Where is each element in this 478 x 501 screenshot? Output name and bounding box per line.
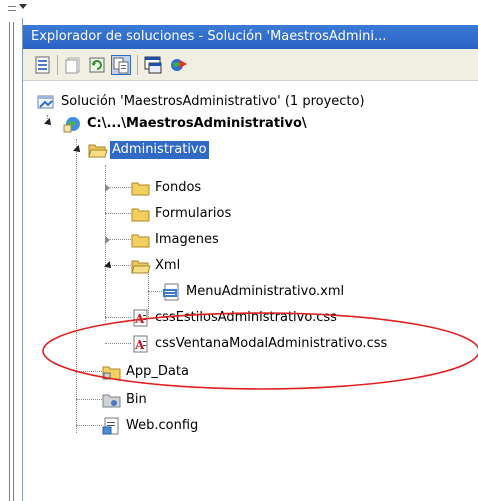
solution-explorer-toolbar — [23, 49, 478, 81]
properties-icon — [35, 56, 50, 74]
collapse-icon[interactable] — [44, 118, 54, 129]
stub-line — [8, 6, 16, 7]
solution-tree: Solución 'MaestrosAdministrativo' (1 pro… — [23, 81, 478, 501]
panel-titlebar[interactable]: Explorador de soluciones - Solución 'Mae… — [23, 25, 478, 49]
refresh-button[interactable] — [87, 55, 107, 75]
tree-connector — [76, 425, 102, 426]
solution-icon — [37, 93, 55, 111]
bin-folder-icon — [102, 391, 121, 409]
refresh-icon — [89, 57, 105, 73]
expand-icon[interactable] — [105, 236, 114, 245]
tree-connector — [76, 139, 77, 433]
css-estilos-label: cssEstilosAdministrativo.css — [155, 310, 337, 325]
tree-connector — [76, 399, 102, 400]
copy-website-icon — [171, 59, 187, 71]
open-folder-icon — [88, 141, 108, 159]
app-data-folder-icon — [102, 363, 121, 381]
nest-related-files-button[interactable] — [111, 55, 131, 75]
collapsed-pane-stub[interactable] — [0, 0, 30, 18]
view-designer-icon — [144, 56, 162, 74]
tree-connector — [148, 291, 162, 292]
solution-label: Solución 'MaestrosAdministrativo' (1 pro… — [61, 94, 365, 109]
dropdown-arrow-icon[interactable] — [19, 4, 27, 9]
tree-connector — [76, 371, 102, 372]
css-ventana-label: cssVentanaModalAdministrativo.css — [155, 336, 388, 351]
css-file-icon: A — [131, 309, 149, 327]
css-file-icon: A — [131, 335, 149, 353]
folder-icon — [131, 179, 150, 197]
copy-website-button[interactable] — [169, 55, 189, 75]
app-data-label: App_Data — [126, 364, 189, 379]
toolbar-separator — [137, 55, 138, 75]
properties-button[interactable] — [33, 55, 53, 75]
stub-line — [8, 10, 16, 11]
project-label: C:\...\MaestrosAdministrativo\ — [87, 116, 307, 131]
show-all-files-button[interactable] — [63, 55, 83, 75]
solution-explorer-panel: Explorador de soluciones - Solución 'Mae… — [22, 18, 478, 501]
xml-label: Xml — [155, 258, 181, 273]
collapse-icon[interactable] — [104, 261, 114, 272]
tree-connector — [105, 213, 131, 214]
nest-related-files-icon — [113, 57, 129, 74]
panel-title: Explorador de soluciones - Solución 'Mae… — [31, 29, 387, 44]
tree-connector — [105, 317, 131, 318]
fondos-label: Fondos — [155, 180, 202, 195]
folder-icon — [131, 231, 150, 249]
folder-icon — [131, 205, 150, 223]
web-config-label: Web.config — [126, 418, 199, 433]
open-folder-icon — [131, 257, 151, 275]
margin-line — [9, 22, 10, 501]
administrativo-label: Administrativo — [110, 141, 209, 159]
toolbar-separator — [57, 55, 58, 75]
website-project-icon — [63, 115, 81, 133]
show-all-files-icon — [65, 57, 80, 74]
view-designer-button[interactable] — [143, 55, 163, 75]
menu-xml-label: MenuAdministrativo.xml — [186, 284, 345, 299]
expand-icon[interactable] — [105, 184, 114, 193]
xml-file-icon — [162, 283, 180, 301]
collapse-icon[interactable] — [73, 145, 83, 156]
formularios-label: Formularios — [155, 206, 232, 221]
tree-connector — [105, 343, 131, 344]
imagenes-label: Imagenes — [155, 232, 219, 247]
margin-line — [13, 22, 14, 501]
bin-label: Bin — [126, 392, 147, 407]
config-file-icon — [102, 417, 120, 435]
left-margin — [0, 0, 22, 501]
